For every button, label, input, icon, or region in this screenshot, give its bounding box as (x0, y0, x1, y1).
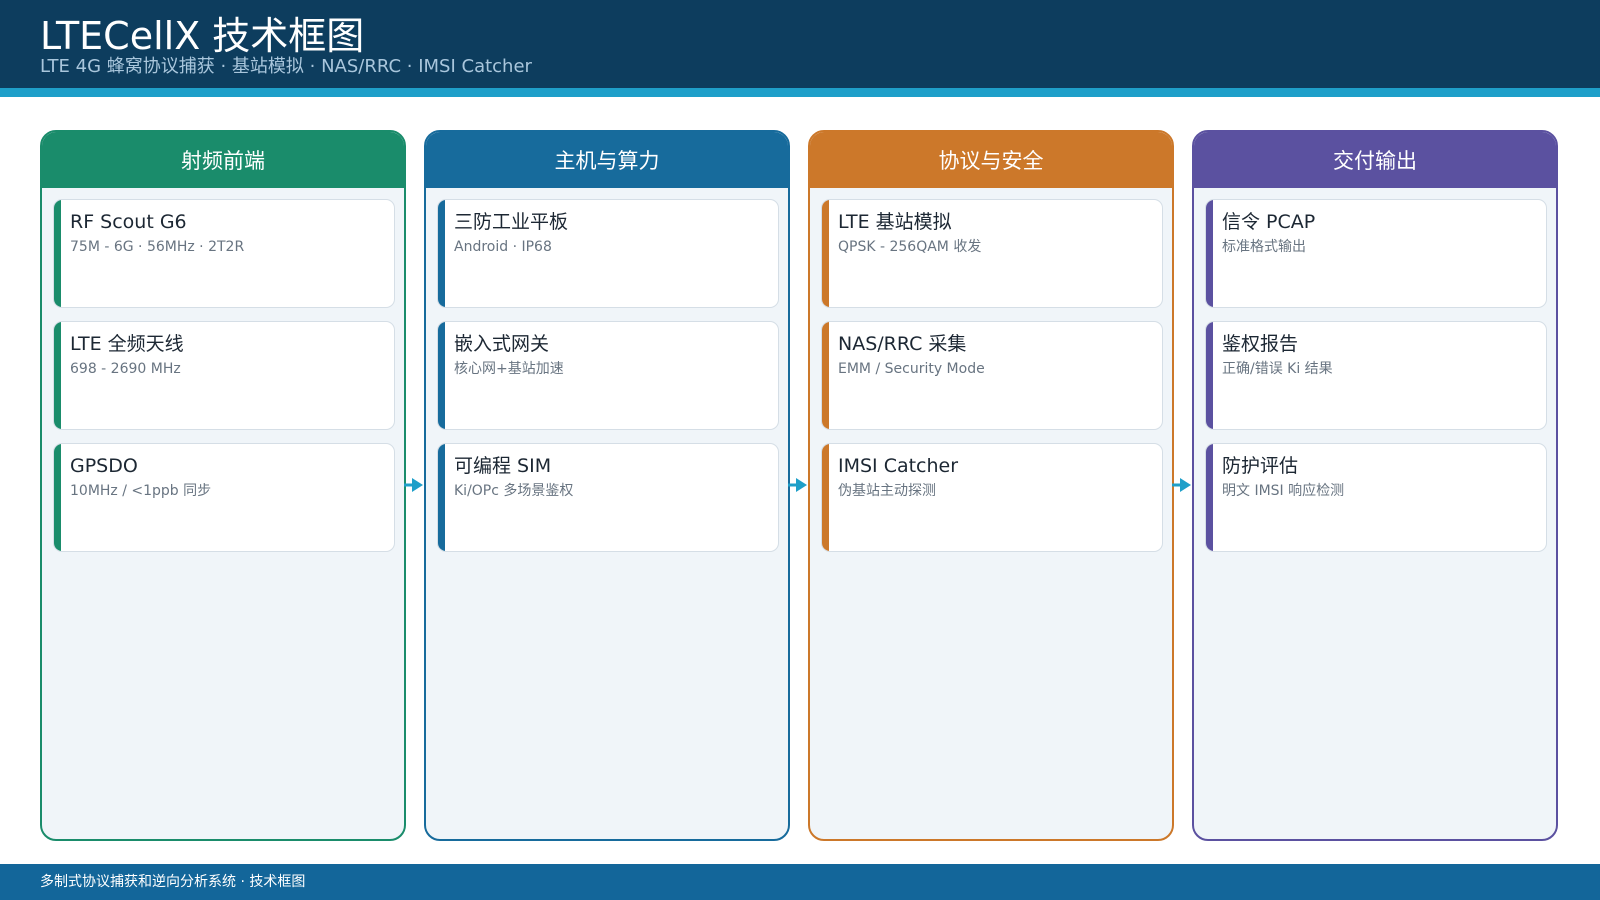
flow-arrow-icon (788, 478, 807, 492)
card-title: 嵌入式网关 (454, 333, 550, 355)
component-card: 防护评估 明文 IMSI 响应检测 (1205, 443, 1547, 552)
component-card: GPSDO 10MHz / <1ppb 同步 (53, 443, 395, 552)
card-subtitle: 698 - 2690 MHz (70, 361, 181, 377)
card-subtitle: QPSK - 256QAM 收发 (838, 239, 982, 255)
column-header: 交付输出 (1194, 132, 1556, 188)
header-bar: LTECellX 技术框图 LTE 4G 蜂窝协议捕获 · 基站模拟 · NAS… (0, 0, 1600, 88)
card-accent-bar (438, 200, 445, 307)
card-accent-bar (438, 444, 445, 551)
footer-bar: 多制式协议捕获和逆向分析系统 · 技术框图 (0, 864, 1600, 900)
card-subtitle: EMM / Security Mode (838, 361, 985, 377)
flow-arrow-icon (404, 478, 423, 492)
component-card: IMSI Catcher 伪基站主动探测 (821, 443, 1163, 552)
component-card: 信令 PCAP 标准格式输出 (1205, 199, 1547, 308)
column-title: 协议与安全 (938, 149, 1044, 173)
column-header: 射频前端 (42, 132, 404, 188)
page-subtitle: LTE 4G 蜂窝协议捕获 · 基站模拟 · NAS/RRC · IMSI Ca… (40, 56, 532, 77)
footer-text: 多制式协议捕获和逆向分析系统 · 技术框图 (40, 874, 306, 890)
column-protocol-security: 协议与安全 LTE 基站模拟 QPSK - 256QAM 收发 NAS/RRC … (808, 130, 1174, 841)
card-accent-bar (822, 200, 829, 307)
component-card: 三防工业平板 Android · IP68 (437, 199, 779, 308)
card-subtitle: 核心网+基站加速 (454, 361, 564, 377)
card-title: GPSDO (70, 455, 138, 477)
flow-arrow-icon (1172, 478, 1191, 492)
card-title: LTE 基站模拟 (838, 211, 952, 233)
column-header: 主机与算力 (426, 132, 788, 188)
component-card: NAS/RRC 采集 EMM / Security Mode (821, 321, 1163, 430)
card-title: 可编程 SIM (454, 455, 552, 477)
card-subtitle: 明文 IMSI 响应检测 (1222, 483, 1345, 499)
column-header: 协议与安全 (810, 132, 1172, 188)
card-title: 鉴权报告 (1222, 333, 1299, 355)
card-title: 三防工业平板 (454, 211, 569, 233)
card-accent-bar (438, 322, 445, 429)
column-rf-frontend: 射频前端 RF Scout G6 75M - 6G · 56MHz · 2T2R… (40, 130, 406, 841)
card-title: 信令 PCAP (1222, 211, 1316, 233)
card-title: 防护评估 (1222, 455, 1299, 477)
component-card: 嵌入式网关 核心网+基站加速 (437, 321, 779, 430)
card-subtitle: Android · IP68 (454, 239, 552, 255)
card-title: IMSI Catcher (838, 455, 959, 477)
column-host-compute: 主机与算力 三防工业平板 Android · IP68 嵌入式网关 核心网+基站… (424, 130, 790, 841)
card-subtitle: 10MHz / <1ppb 同步 (70, 483, 212, 499)
card-accent-bar (1206, 322, 1213, 429)
card-title: RF Scout G6 (70, 211, 187, 233)
card-accent-bar (822, 322, 829, 429)
column-title: 主机与算力 (554, 149, 660, 173)
card-accent-bar (1206, 444, 1213, 551)
card-accent-bar (54, 444, 61, 551)
card-subtitle: 正确/错误 Ki 结果 (1222, 361, 1333, 377)
card-accent-bar (822, 444, 829, 551)
card-title: NAS/RRC 采集 (838, 333, 967, 355)
component-card: LTE 全频天线 698 - 2690 MHz (53, 321, 395, 430)
card-accent-bar (54, 200, 61, 307)
column-title: 交付输出 (1333, 149, 1417, 173)
page: LTECellX 技术框图 LTE 4G 蜂窝协议捕获 · 基站模拟 · NAS… (0, 0, 1600, 900)
card-accent-bar (1206, 200, 1213, 307)
column-title: 射频前端 (181, 149, 265, 173)
column-delivery-output: 交付输出 信令 PCAP 标准格式输出 鉴权报告 正确/错误 Ki 结果 防护评… (1192, 130, 1558, 841)
card-title: LTE 全频天线 (70, 333, 184, 355)
component-card: 鉴权报告 正确/错误 Ki 结果 (1205, 321, 1547, 430)
header-accent-stripe (0, 88, 1600, 97)
card-subtitle: Ki/OPc 多场景鉴权 (454, 483, 574, 499)
component-card: RF Scout G6 75M - 6G · 56MHz · 2T2R (53, 199, 395, 308)
card-subtitle: 标准格式输出 (1222, 239, 1306, 255)
card-subtitle: 75M - 6G · 56MHz · 2T2R (70, 239, 245, 255)
component-card: 可编程 SIM Ki/OPc 多场景鉴权 (437, 443, 779, 552)
page-title: LTECellX 技术框图 (40, 14, 365, 58)
card-accent-bar (54, 322, 61, 429)
component-card: LTE 基站模拟 QPSK - 256QAM 收发 (821, 199, 1163, 308)
card-subtitle: 伪基站主动探测 (838, 483, 936, 499)
